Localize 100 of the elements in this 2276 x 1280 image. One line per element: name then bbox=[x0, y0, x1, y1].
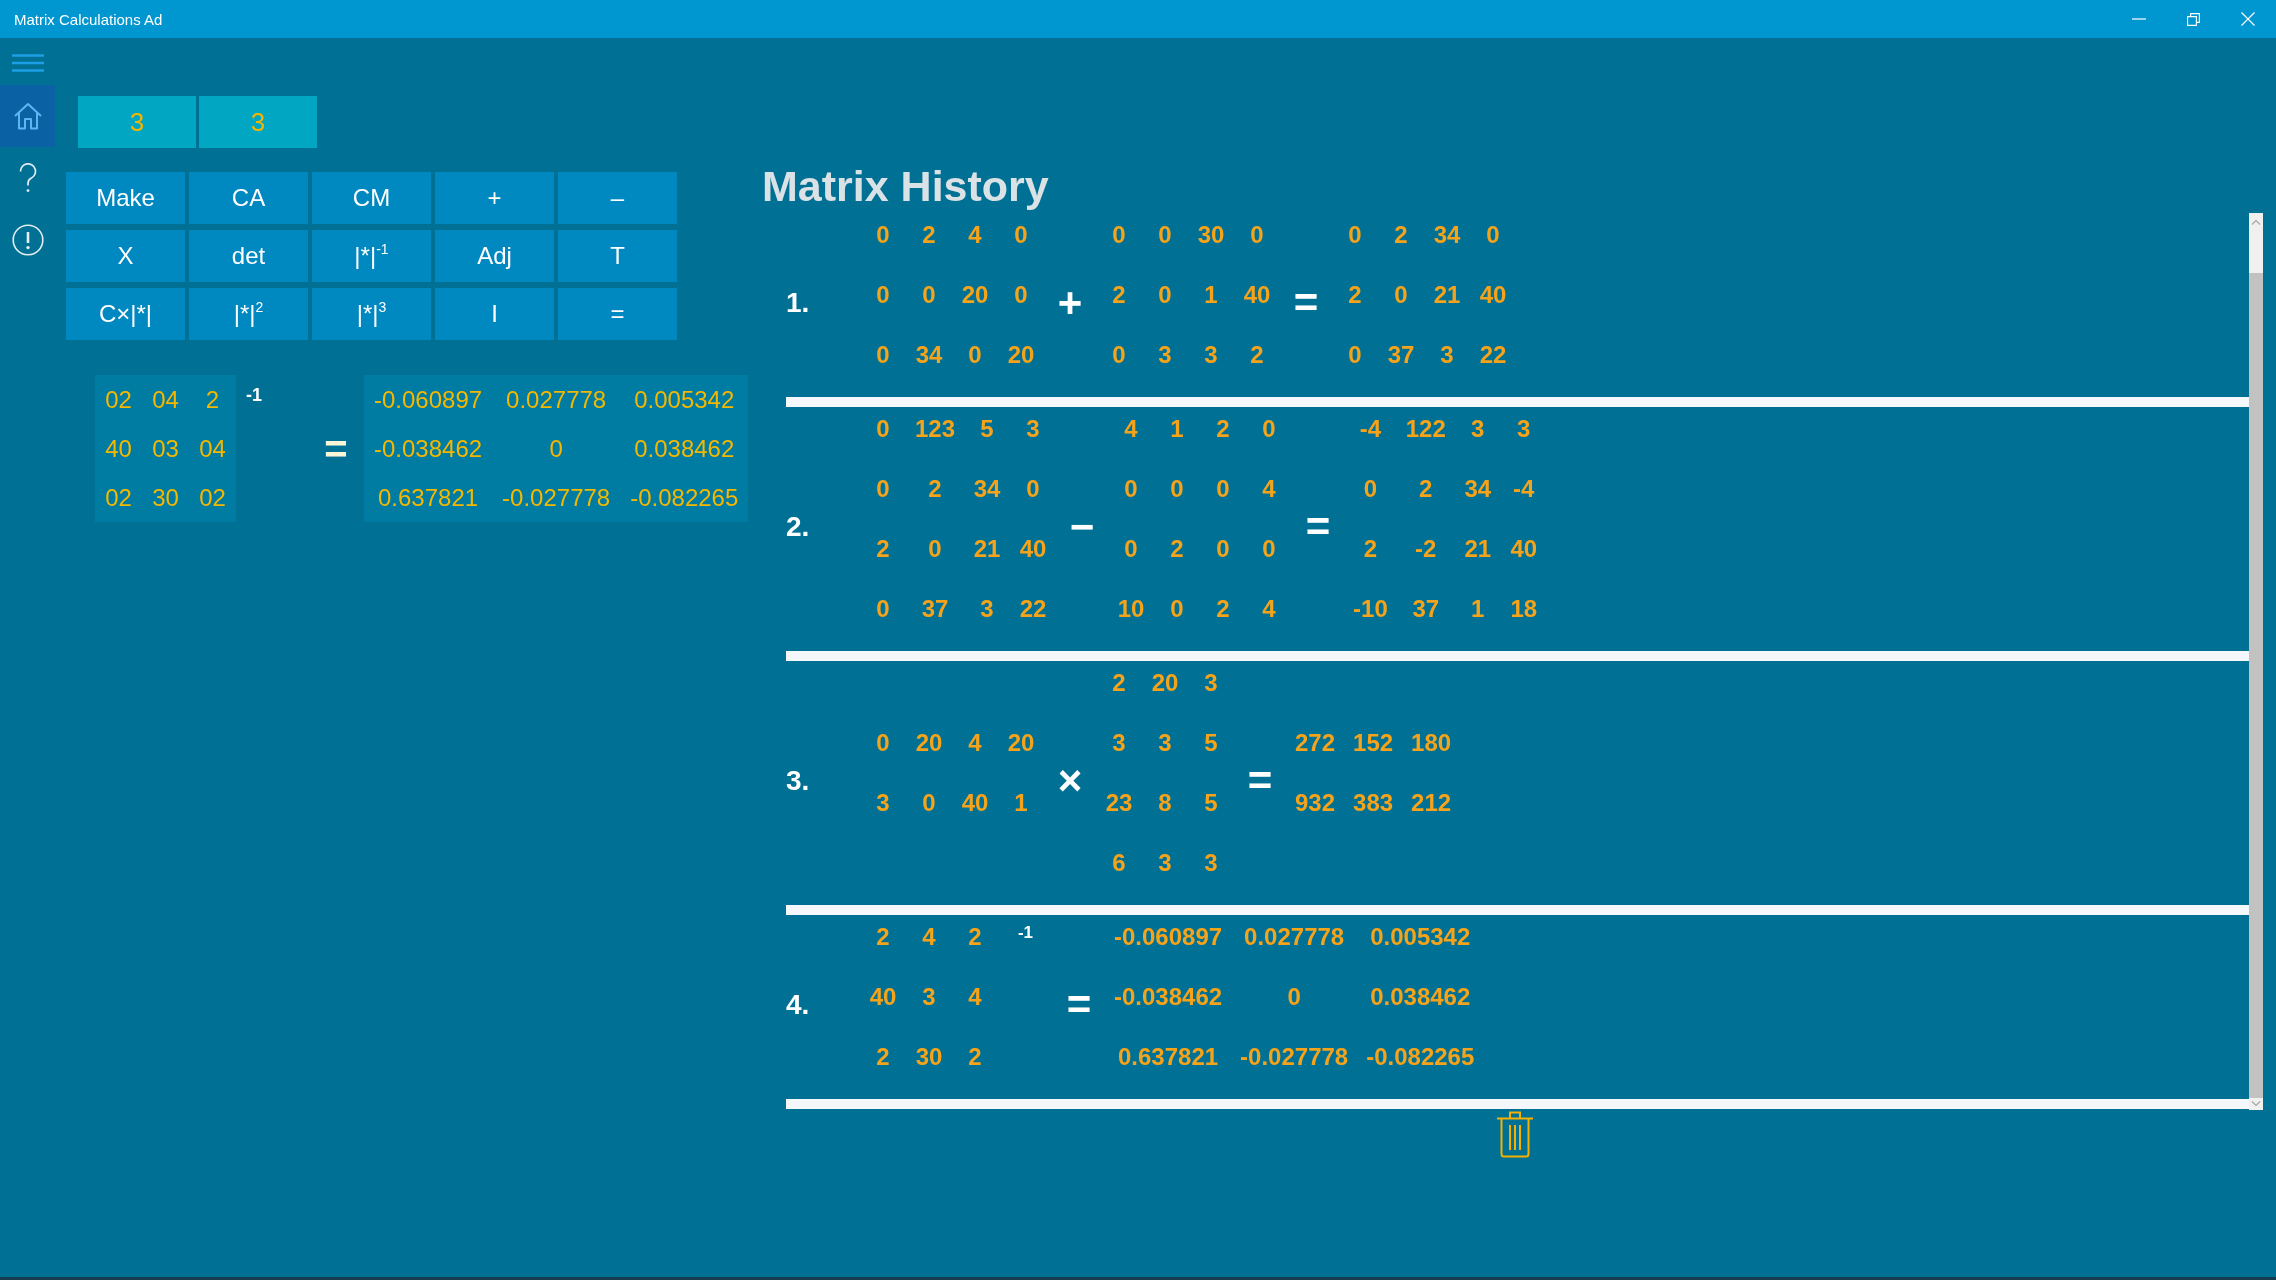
close-icon[interactable] bbox=[2241, 12, 2255, 26]
matrix-cell-text: 03 bbox=[151, 433, 180, 464]
matrix-cell-text: 0 bbox=[875, 280, 891, 310]
matrix-cell-text: 2 bbox=[1347, 280, 1363, 310]
matrix-cell-text: 0.038462 bbox=[633, 433, 736, 464]
matrix-cell-text: 3 bbox=[1470, 414, 1486, 444]
matrix-cell-text: 3 bbox=[1203, 668, 1219, 698]
keypad-button[interactable]: |*|$^{-1}$ bbox=[312, 230, 431, 282]
matrix-cell-text: 34 bbox=[1463, 474, 1493, 504]
matrix-cell-text: 272 bbox=[1294, 728, 1337, 758]
chevron-up-icon[interactable] bbox=[2251, 219, 2261, 225]
keypad-button[interactable]: |*|$^{3}$ bbox=[312, 288, 431, 340]
keypad-button[interactable]: Make bbox=[66, 172, 185, 224]
matrix-cell-text: 0.038462 bbox=[1369, 982, 1472, 1012]
matrix-cell-text: 0 bbox=[1347, 340, 1363, 370]
matrix-cell-text: 20 bbox=[1150, 668, 1180, 698]
matrix-cell-text: 18 bbox=[1509, 594, 1539, 624]
window-title: Matrix Calculations Ad bbox=[14, 10, 163, 28]
operator-sign: = bbox=[1246, 760, 1274, 802]
matrix-cell-text: -0.060897 bbox=[1113, 922, 1224, 952]
matrix-cell-text: 1 bbox=[1169, 414, 1185, 444]
operator-sign: = bbox=[1292, 282, 1320, 324]
keypad-button[interactable]: = bbox=[558, 288, 677, 340]
matrix-cell-text: 0.637821 bbox=[1117, 1042, 1220, 1072]
matrix-cell-text: 2 bbox=[875, 922, 891, 952]
matrix-cell-text: 20 bbox=[1006, 340, 1036, 370]
menu-icon[interactable] bbox=[12, 54, 44, 72]
matrix-cell-text: 40 bbox=[868, 982, 898, 1012]
keypad-button[interactable]: CA bbox=[189, 172, 308, 224]
keypad-button[interactable]: |*|$^{2}$ bbox=[189, 288, 308, 340]
matrix-cell-text: 0 bbox=[967, 340, 983, 370]
matrix-cell-text: 02 bbox=[104, 482, 133, 513]
matrix-cell-text: 21 bbox=[972, 534, 1002, 564]
keypad-button[interactable]: X bbox=[66, 230, 185, 282]
matrix-cell-text: 0 bbox=[875, 340, 891, 370]
keypad-button[interactable]: C×|*| bbox=[66, 288, 185, 340]
matrix-cell-text: 1 bbox=[1013, 788, 1029, 818]
matrix-cell-text: 0 bbox=[875, 414, 891, 444]
matrix-cell-text: 0 bbox=[1157, 220, 1173, 250]
matrix-cell-text: -0.082265 bbox=[629, 482, 740, 513]
keypad-button[interactable]: I bbox=[435, 288, 554, 340]
entry-number: 4. bbox=[786, 989, 811, 1021]
matrix-cell-text: 0 bbox=[1485, 220, 1501, 250]
matrix-cell-text: 40 bbox=[960, 788, 990, 818]
matrix-cell-text: -2 bbox=[1414, 534, 1438, 564]
keypad-button[interactable]: + bbox=[435, 172, 554, 224]
matrix-cell-text: -0.082265 bbox=[1365, 1042, 1476, 1072]
matrix-cell-text: 0.027778 bbox=[1243, 922, 1346, 952]
matrix-cell-text: 40 bbox=[1018, 534, 1048, 564]
chevron-down-icon[interactable] bbox=[2251, 1101, 2261, 1107]
matrix-cell-text: 3 bbox=[1157, 848, 1173, 878]
keypad-button[interactable]: Adj bbox=[435, 230, 554, 282]
matrix-cell-text: 5 bbox=[1203, 788, 1219, 818]
matrix-cell-text: 3 bbox=[921, 982, 937, 1012]
section-title: Matrix History bbox=[762, 161, 1049, 211]
matrix-cell-text: 2 bbox=[1418, 474, 1434, 504]
matrix-cell-text: 3 bbox=[1439, 340, 1455, 370]
matrix-cell-text: 02 bbox=[104, 384, 133, 415]
matrix-cell-text: -0.038462 bbox=[1113, 982, 1224, 1012]
entry-number: 3. bbox=[786, 765, 811, 797]
matrix-cell-text: 20 bbox=[960, 280, 990, 310]
matrix-cell-text: 2 bbox=[1111, 280, 1127, 310]
matrix-cell-text: 20 bbox=[1006, 728, 1036, 758]
matrix-cell-text: -4 bbox=[1512, 474, 1536, 504]
operator-sign: = bbox=[1065, 984, 1093, 1026]
matrix-cell-text: -0.027778 bbox=[1239, 1042, 1350, 1072]
matrix-cell-text: 0 bbox=[1013, 280, 1029, 310]
matrix-cell-text: 4 bbox=[1123, 414, 1139, 444]
restore-icon[interactable] bbox=[2187, 12, 2200, 26]
matrix-cell-text: 2 bbox=[967, 1042, 983, 1072]
exponent-label: -1 bbox=[246, 385, 262, 406]
matrix-cell-text: -0.027778 bbox=[501, 482, 612, 513]
matrix-cell-text: 2 bbox=[1362, 534, 1379, 564]
matrix-cell-text: 0 bbox=[1362, 474, 1379, 504]
matrix-cell-text: 3 bbox=[1157, 340, 1173, 370]
matrix-cell-text: 10 bbox=[1116, 594, 1146, 624]
home-nav-item[interactable] bbox=[0, 85, 55, 147]
matrix-cell-text: 3 bbox=[1203, 848, 1219, 878]
matrix-cell-text: 1 bbox=[1203, 280, 1219, 310]
matrix-cell-text: 0 bbox=[875, 474, 891, 504]
matrix-cell-text: 20 bbox=[914, 728, 944, 758]
matrix-cell-text: 2 bbox=[1215, 594, 1231, 624]
matrix-cell-text: 0 bbox=[1111, 340, 1127, 370]
matrix-cell-text: -0.060897 bbox=[373, 384, 484, 415]
matrix-cell-text: 30 bbox=[914, 1042, 944, 1072]
entry-number: 2. bbox=[786, 511, 811, 543]
keypad-button[interactable]: CM bbox=[312, 172, 431, 224]
matrix-cell-text: 0 bbox=[875, 220, 891, 250]
trash-icon[interactable] bbox=[1495, 1110, 1534, 1158]
matrix-cell-text: 180 bbox=[1410, 728, 1453, 758]
matrix-cell-text: 2 bbox=[1111, 668, 1127, 698]
keypad-button[interactable]: det bbox=[189, 230, 308, 282]
matrix-cell-text: 212 bbox=[1410, 788, 1453, 818]
matrix-cell-text: 932 bbox=[1294, 788, 1337, 818]
matrix-cell-text: 0 bbox=[1215, 534, 1231, 564]
matrix-cell-text: 0 bbox=[1013, 220, 1029, 250]
operator-sign: = bbox=[1304, 506, 1332, 548]
matrix-cell-text: 5 bbox=[979, 414, 995, 444]
keypad-button[interactable]: – bbox=[558, 172, 677, 224]
keypad-button[interactable]: T bbox=[558, 230, 677, 282]
